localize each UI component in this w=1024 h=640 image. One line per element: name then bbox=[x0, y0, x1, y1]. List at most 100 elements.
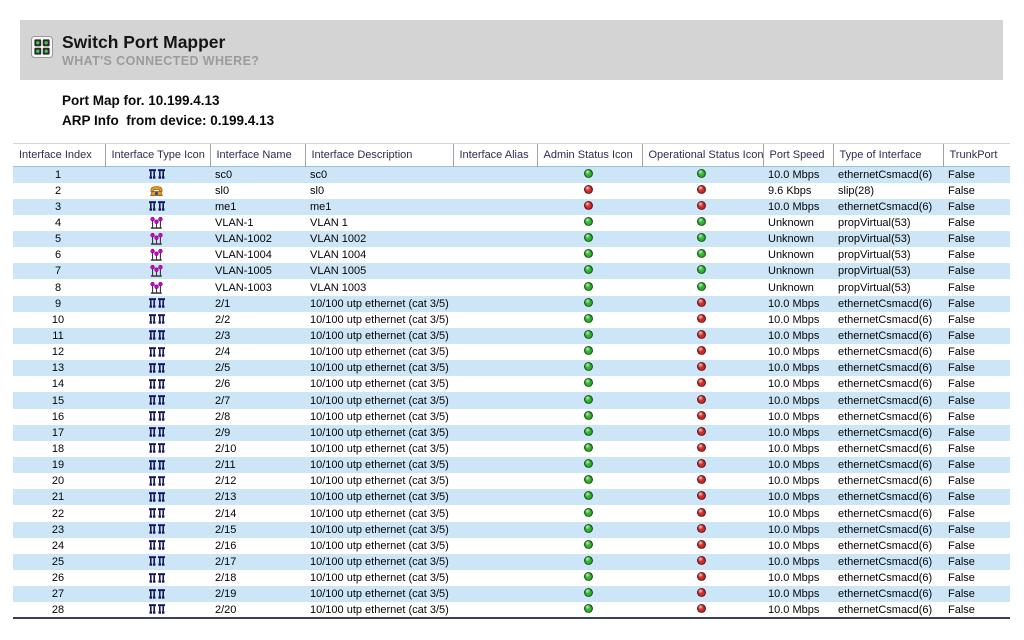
column-header[interactable]: Port Speed bbox=[763, 144, 833, 167]
ethernet-interface-icon bbox=[149, 475, 165, 488]
port-map-table: Interface IndexInterface Type IconInterf… bbox=[13, 143, 1010, 619]
table-row[interactable]: 10 2/2 10/100 utp ethernet (cat 3/5) bbox=[13, 312, 1010, 328]
table-row[interactable]: 2 sl0 sl0 9.6 Kbps slip(28) False bbox=[13, 183, 1010, 199]
interface-description-cell: sl0 bbox=[305, 183, 453, 199]
interface-alias-cell bbox=[453, 215, 537, 231]
table-row[interactable]: 11 2/3 10/100 utp ethernet (cat 3/5) bbox=[13, 328, 1010, 344]
interface-name-cell: sl0 bbox=[210, 183, 305, 199]
interface-name-cell: 2/4 bbox=[210, 344, 305, 360]
column-header[interactable]: Operational Status Icon bbox=[642, 144, 763, 167]
admin-status-cell bbox=[537, 167, 642, 183]
admin-status-icon bbox=[584, 185, 593, 194]
port-speed-cell: 10.0 Mbps bbox=[763, 522, 833, 538]
interface-alias-cell bbox=[453, 328, 537, 344]
interface-name-cell: 2/6 bbox=[210, 376, 305, 392]
trunkport-cell: False bbox=[943, 602, 1010, 618]
table-body: 1 sc0 sc0 10.0 Mbps eth bbox=[13, 167, 1010, 619]
column-header[interactable]: Admin Status Icon bbox=[537, 144, 642, 167]
interface-alias-cell bbox=[453, 425, 537, 441]
table-row[interactable]: 3 me1 me1 10.0 Mbps eth bbox=[13, 199, 1010, 215]
interface-index-cell: 18 bbox=[13, 441, 105, 457]
table-row[interactable]: 24 2/16 10/100 utp ethernet (cat 3/5) bbox=[13, 538, 1010, 554]
port-speed-cell: 10.0 Mbps bbox=[763, 409, 833, 425]
table-row[interactable]: 23 2/15 10/100 utp ethernet (cat 3/5) bbox=[13, 522, 1010, 538]
table-row[interactable]: 19 2/11 10/100 utp ethernet (cat 3/5) bbox=[13, 457, 1010, 473]
type-of-interface-cell: ethernetCsmacd(6) bbox=[833, 360, 943, 376]
table-row[interactable]: 6 VLAN-1004 VLAN 1004 bbox=[13, 247, 1010, 263]
interface-type-icon-cell bbox=[105, 522, 210, 538]
interface-name-cell: 2/19 bbox=[210, 586, 305, 602]
interface-description-cell: 10/100 utp ethernet (cat 3/5) bbox=[305, 538, 453, 554]
table-row[interactable]: 25 2/17 10/100 utp ethernet (cat 3/5) bbox=[13, 554, 1010, 570]
admin-status-cell bbox=[537, 183, 642, 199]
interface-description-cell: VLAN 1005 bbox=[305, 263, 453, 279]
table-row[interactable]: 1 sc0 sc0 10.0 Mbps eth bbox=[13, 167, 1010, 183]
table-row[interactable]: 14 2/6 10/100 utp ethernet (cat 3/5) bbox=[13, 376, 1010, 392]
interface-alias-cell bbox=[453, 263, 537, 279]
operational-status-icon bbox=[697, 443, 706, 452]
trunkport-cell: False bbox=[943, 360, 1010, 376]
column-header[interactable]: Interface Name bbox=[210, 144, 305, 167]
type-of-interface-cell: propVirtual(53) bbox=[833, 231, 943, 247]
interface-index-cell: 8 bbox=[13, 279, 105, 295]
table-row[interactable]: 7 VLAN-1005 VLAN 1005 bbox=[13, 263, 1010, 279]
interface-alias-cell bbox=[453, 489, 537, 505]
table-row[interactable]: 4 VLAN-1 VLAN 1 bbox=[13, 215, 1010, 231]
vlan-virtual-icon bbox=[149, 216, 164, 230]
table-row[interactable]: 16 2/8 10/100 utp ethernet (cat 3/5) bbox=[13, 409, 1010, 425]
column-header[interactable]: Interface Description bbox=[305, 144, 453, 167]
table-row[interactable]: 8 VLAN-1003 VLAN 1003 bbox=[13, 279, 1010, 295]
table-row[interactable]: 12 2/4 10/100 utp ethernet (cat 3/5) bbox=[13, 344, 1010, 360]
ethernet-interface-icon bbox=[149, 346, 165, 359]
column-header[interactable]: Interface Index bbox=[13, 144, 105, 167]
column-header[interactable]: Type of Interface bbox=[833, 144, 943, 167]
table-row[interactable]: 17 2/9 10/100 utp ethernet (cat 3/5) bbox=[13, 425, 1010, 441]
interface-name-cell: 2/7 bbox=[210, 392, 305, 408]
vlan-virtual-icon bbox=[149, 232, 164, 246]
port-speed-cell: 10.0 Mbps bbox=[763, 328, 833, 344]
interface-index-cell: 3 bbox=[13, 199, 105, 215]
table-row[interactable]: 21 2/13 10/100 utp ethernet (cat 3/5) bbox=[13, 489, 1010, 505]
admin-status-cell bbox=[537, 586, 642, 602]
table-row[interactable]: 22 2/14 10/100 utp ethernet (cat 3/5) bbox=[13, 505, 1010, 521]
table-row[interactable]: 5 VLAN-1002 VLAN 1002 bbox=[13, 231, 1010, 247]
table-row[interactable]: 13 2/5 10/100 utp ethernet (cat 3/5) bbox=[13, 360, 1010, 376]
interface-name-cell: 2/1 bbox=[210, 296, 305, 312]
interface-description-cell: 10/100 utp ethernet (cat 3/5) bbox=[305, 602, 453, 618]
operational-status-icon bbox=[697, 265, 706, 274]
column-header[interactable]: Interface Type Icon bbox=[105, 144, 210, 167]
table-row[interactable]: 18 2/10 10/100 utp ethernet (cat 3/5) bbox=[13, 441, 1010, 457]
ethernet-interface-icon bbox=[149, 168, 165, 181]
interface-description-cell: 10/100 utp ethernet (cat 3/5) bbox=[305, 312, 453, 328]
table-row[interactable]: 27 2/19 10/100 utp ethernet (cat 3/5) bbox=[13, 586, 1010, 602]
type-of-interface-cell: ethernetCsmacd(6) bbox=[833, 344, 943, 360]
ethernet-interface-icon bbox=[149, 442, 165, 455]
table-row[interactable]: 28 2/20 10/100 utp ethernet (cat 3/5) bbox=[13, 602, 1010, 618]
admin-status-cell bbox=[537, 425, 642, 441]
column-header[interactable]: Interface Alias bbox=[453, 144, 537, 167]
trunkport-cell: False bbox=[943, 457, 1010, 473]
interface-type-icon-cell bbox=[105, 328, 210, 344]
table-row[interactable]: 26 2/18 10/100 utp ethernet (cat 3/5) bbox=[13, 570, 1010, 586]
table-row[interactable]: 20 2/12 10/100 utp ethernet (cat 3/5) bbox=[13, 473, 1010, 489]
type-of-interface-cell: ethernetCsmacd(6) bbox=[833, 392, 943, 408]
interface-type-icon-cell bbox=[105, 505, 210, 521]
operational-status-icon bbox=[697, 459, 706, 468]
interface-name-cell: VLAN-1005 bbox=[210, 263, 305, 279]
column-header[interactable]: TrunkPort bbox=[943, 144, 1010, 167]
interface-alias-cell bbox=[453, 296, 537, 312]
table-row[interactable]: 15 2/7 10/100 utp ethernet (cat 3/5) bbox=[13, 392, 1010, 408]
operational-status-cell bbox=[642, 602, 763, 618]
admin-status-icon bbox=[584, 443, 593, 452]
table-row[interactable]: 9 2/1 10/100 utp ethernet (cat 3/5) bbox=[13, 296, 1010, 312]
operational-status-cell bbox=[642, 441, 763, 457]
ethernet-interface-icon bbox=[149, 410, 165, 423]
port-speed-cell: 10.0 Mbps bbox=[763, 360, 833, 376]
type-of-interface-cell: propVirtual(53) bbox=[833, 215, 943, 231]
admin-status-cell bbox=[537, 215, 642, 231]
trunkport-cell: False bbox=[943, 167, 1010, 183]
operational-status-cell bbox=[642, 247, 763, 263]
port-speed-cell: 10.0 Mbps bbox=[763, 296, 833, 312]
interface-name-cell: 2/8 bbox=[210, 409, 305, 425]
operational-status-icon bbox=[697, 427, 706, 436]
